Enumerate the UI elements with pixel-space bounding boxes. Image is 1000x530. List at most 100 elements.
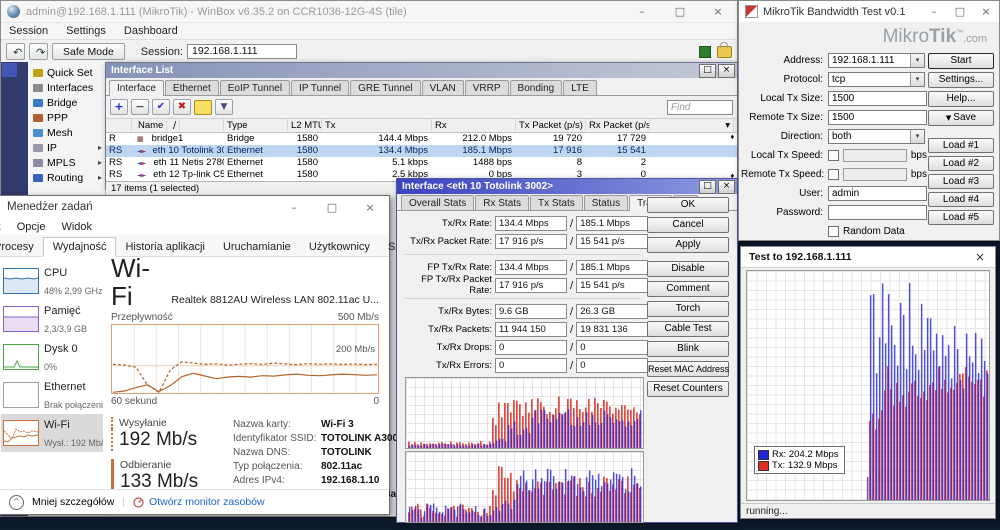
tab-bonding[interactable]: Bonding bbox=[510, 80, 563, 95]
direction-combo[interactable]: both▾ bbox=[828, 129, 925, 144]
add-button[interactable]: + bbox=[110, 99, 128, 115]
load3-button[interactable]: Load #3 bbox=[928, 174, 994, 189]
col-rx-packet[interactable]: Rx Packet (p/s) bbox=[586, 119, 650, 132]
bandwidth-test-titlebar[interactable]: MikroTik Bandwidth Test v0.1 – □ × bbox=[739, 1, 999, 22]
sidebar-item-cpu[interactable]: CPU48% 2,99 GHz bbox=[1, 262, 103, 300]
password-input[interactable] bbox=[828, 205, 927, 220]
tab-wydajnosc[interactable]: Wydajność bbox=[43, 237, 117, 257]
rx-packets-field[interactable]: 19 831 136 bbox=[576, 322, 648, 337]
filter-icon[interactable]: ▼ bbox=[215, 99, 233, 115]
tab-gre-tunnel[interactable]: GRE Tunnel bbox=[350, 80, 420, 95]
tab-eoip-tunnel[interactable]: EoIP Tunnel bbox=[220, 80, 290, 95]
maximize-icon[interactable]: □ bbox=[947, 1, 973, 22]
cancel-button[interactable]: Cancel bbox=[647, 217, 729, 233]
minimize-icon[interactable]: – bbox=[623, 1, 661, 22]
sidebar-item-wifi[interactable]: Wi-FiWysł.: 192 Mb/s bbox=[1, 414, 103, 452]
settings-button[interactable]: Settings... bbox=[928, 72, 994, 88]
collapse-details-icon[interactable]: ^ bbox=[9, 495, 24, 510]
load4-button[interactable]: Load #4 bbox=[928, 192, 994, 207]
col-tx[interactable]: Tx bbox=[322, 119, 432, 132]
local-tx-size-input[interactable] bbox=[828, 91, 927, 106]
tx-packets-field[interactable]: 11 944 150 bbox=[495, 322, 567, 337]
interface-list-titlebar[interactable]: Interface List □ × bbox=[106, 63, 737, 78]
safe-mode-button[interactable]: Safe Mode bbox=[52, 43, 125, 60]
menu-session[interactable]: Session bbox=[9, 25, 48, 37]
sidebar-item-mesh[interactable]: Mesh bbox=[28, 125, 105, 140]
tab-overall-stats[interactable]: Overall Stats bbox=[401, 195, 474, 210]
close-icon[interactable]: × bbox=[718, 180, 735, 194]
load1-button[interactable]: Load #1 bbox=[928, 138, 994, 153]
remove-button[interactable]: − bbox=[131, 99, 149, 115]
tab-status[interactable]: Status bbox=[584, 195, 628, 210]
ok-button[interactable]: OK bbox=[647, 197, 729, 213]
rx-rate-field[interactable]: 185.1 Mbps bbox=[576, 216, 648, 231]
menu-dashboard[interactable]: Dashboard bbox=[124, 25, 178, 37]
vertical-scrollbar[interactable]: ♦♦ bbox=[730, 134, 735, 180]
apply-button[interactable]: Apply bbox=[647, 237, 729, 253]
start-button[interactable]: Start bbox=[928, 53, 994, 69]
save-button[interactable]: ▼Save bbox=[928, 110, 994, 126]
remote-tx-speed-checkbox[interactable] bbox=[828, 169, 839, 180]
fp-tx-packet-rate-field[interactable]: 17 916 p/s bbox=[495, 278, 567, 293]
disable-button[interactable]: ✖ bbox=[173, 99, 191, 115]
comment-button[interactable]: Comment bbox=[647, 281, 729, 297]
find-input[interactable] bbox=[667, 100, 733, 115]
tx-rate-field[interactable]: 134.4 Mbps bbox=[495, 216, 567, 231]
close-icon[interactable]: × bbox=[965, 250, 995, 264]
minimize-icon[interactable]: – bbox=[275, 197, 313, 218]
sidebar-item-dysk[interactable]: Dysk 00% bbox=[1, 338, 103, 376]
rx-drops-field[interactable]: 0 bbox=[576, 340, 648, 355]
sidebar-collapse-icon[interactable] bbox=[2, 63, 17, 77]
tab-tx-stats[interactable]: Tx Stats bbox=[530, 195, 583, 210]
load5-button[interactable]: Load #5 bbox=[928, 210, 994, 225]
tab-ip-tunnel[interactable]: IP Tunnel bbox=[291, 80, 349, 95]
session-value[interactable]: 192.168.1.111 bbox=[187, 44, 297, 59]
tab-rx-stats[interactable]: Rx Stats bbox=[475, 195, 529, 210]
remote-tx-size-input[interactable] bbox=[828, 110, 927, 125]
sidebar-item-bridge[interactable]: Bridge bbox=[28, 95, 105, 110]
random-data-checkbox[interactable] bbox=[828, 226, 839, 237]
menu-plik[interactable]: Plik bbox=[0, 221, 1, 233]
close-icon[interactable]: × bbox=[718, 64, 735, 78]
tab-ethernet[interactable]: Ethernet bbox=[165, 80, 219, 95]
reset-counters-button[interactable]: Reset Counters bbox=[647, 381, 729, 397]
tx-errors-field[interactable]: 0 bbox=[495, 358, 567, 373]
fp-rx-rate-field[interactable]: 185.1 Mbps bbox=[576, 260, 648, 275]
table-row[interactable]: R ▦bridge1 Bridge 1580 144.4 Mbps 212.0 … bbox=[106, 133, 737, 145]
sidebar-item-pamiec[interactable]: Pamięć2,3/3,9 GB bbox=[1, 300, 103, 338]
open-resource-monitor-link[interactable]: Otwórz monitor zasobów bbox=[133, 496, 265, 508]
col-tx-packet[interactable]: Tx Packet (p/s) bbox=[516, 119, 586, 132]
close-icon[interactable]: × bbox=[351, 197, 389, 218]
close-icon[interactable]: × bbox=[973, 1, 999, 22]
sidebar-item-mpls[interactable]: MPLS ▸ bbox=[28, 155, 105, 170]
fp-tx-rate-field[interactable]: 134.4 Mbps bbox=[495, 260, 567, 275]
rx-bytes-field[interactable]: 26.3 GB bbox=[576, 304, 648, 319]
test-window-titlebar[interactable]: Test to 192.168.1.111 × bbox=[741, 247, 995, 268]
sidebar-item-routing[interactable]: Routing ▸ bbox=[28, 170, 105, 185]
enable-button[interactable]: ✔ bbox=[152, 99, 170, 115]
local-tx-speed-checkbox[interactable] bbox=[828, 150, 839, 161]
sidebar-item-ip[interactable]: IP ▸ bbox=[28, 140, 105, 155]
maximize-icon[interactable]: □ bbox=[699, 180, 716, 194]
sidebar-item-ppp[interactable]: PPP bbox=[28, 110, 105, 125]
sidebar-item-interfaces[interactable]: Interfaces bbox=[28, 80, 105, 95]
load2-button[interactable]: Load #2 bbox=[928, 156, 994, 171]
maximize-icon[interactable]: □ bbox=[699, 64, 716, 78]
col-rx[interactable]: Rx bbox=[432, 119, 516, 132]
protocol-combo[interactable]: tcp▾ bbox=[828, 72, 925, 87]
menu-settings[interactable]: Settings bbox=[66, 25, 106, 37]
task-manager-titlebar[interactable]: Menedżer zadań – □ × bbox=[0, 196, 389, 218]
disable-button[interactable]: Disable bbox=[647, 261, 729, 277]
menu-widok[interactable]: Widok bbox=[61, 221, 92, 233]
maximize-icon[interactable]: □ bbox=[661, 1, 699, 22]
tab-interface[interactable]: Interface bbox=[109, 80, 164, 96]
undo-button[interactable]: ↶ bbox=[6, 43, 25, 60]
rx-errors-field[interactable]: 0 bbox=[576, 358, 648, 373]
blink-button[interactable]: Blink bbox=[647, 341, 729, 357]
less-details-button[interactable]: Mniej szczegółów bbox=[32, 496, 114, 508]
table-row-selected[interactable]: RS ◄►eth 10 Totolink 3002 Ethernet 1580 … bbox=[106, 145, 737, 157]
table-row[interactable]: RS ◄►eth 11 Netis 2780 Ethernet 1580 5.1… bbox=[106, 157, 737, 169]
minimize-icon[interactable]: – bbox=[921, 1, 947, 22]
tab-vlan[interactable]: VLAN bbox=[422, 80, 464, 95]
close-icon[interactable]: × bbox=[699, 1, 737, 22]
